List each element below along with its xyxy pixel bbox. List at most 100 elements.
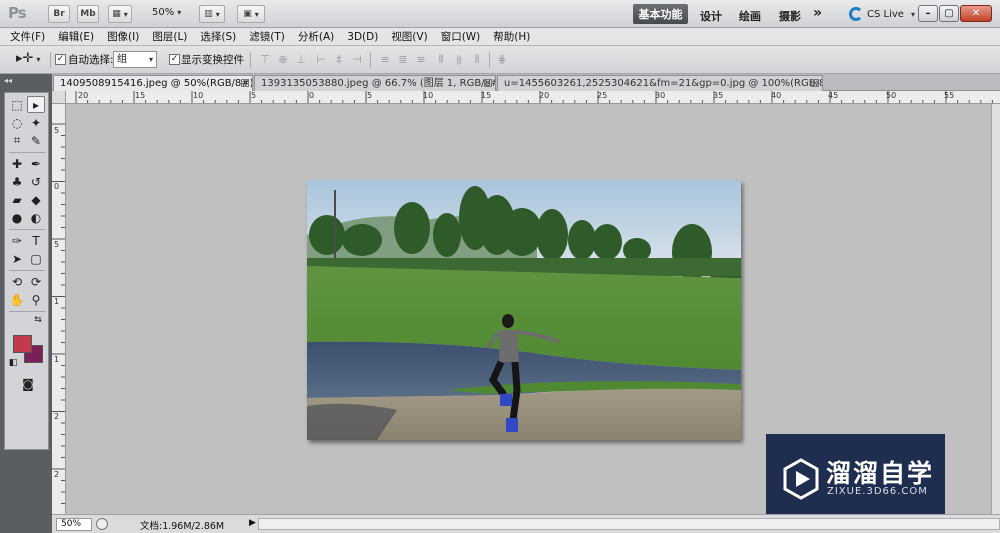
more-workspaces-button[interactable]: » <box>813 5 822 21</box>
watermark-subtitle: ZIXUE.3D66.COM <box>827 486 928 497</box>
status-info-icon[interactable] <box>96 518 108 530</box>
document-tab-3[interactable]: u=1455603261,2525304621&fm=21&gp=0.jpg @… <box>497 75 823 91</box>
3d-rotate-tool-icon[interactable]: ⟲ <box>8 273 26 290</box>
foreground-color-swatch[interactable] <box>13 335 32 353</box>
move-tool-icon[interactable]: ▸ <box>27 96 45 113</box>
workspace-design[interactable]: 设计 <box>700 8 722 24</box>
brush-tool-icon[interactable]: ✒ <box>27 155 45 172</box>
status-menu-arrow-icon[interactable]: ▶ <box>249 518 256 528</box>
workspace-painting[interactable]: 绘画 <box>739 8 761 24</box>
lasso-tool-icon[interactable]: ◌ <box>8 114 26 131</box>
close-tab-icon[interactable]: × <box>484 79 492 87</box>
auto-select-label: 自动选择: <box>68 54 114 66</box>
document-tab-1[interactable]: 1409508915416.jpeg @ 50%(RGB/8#) * × <box>53 75 253 91</box>
path-selection-tool-icon[interactable]: ➤ <box>8 250 26 267</box>
auto-select-dropdown[interactable]: 组 ▾ <box>113 51 157 68</box>
horizontal-ruler[interactable]: 20 15 10 5 0 5 10 15 20 25 30 35 40 45 5… <box>66 91 1000 104</box>
chevron-down-icon: ▾ <box>123 9 128 19</box>
healing-brush-tool-icon[interactable]: ✚ <box>8 155 26 172</box>
arrange-documents-button[interactable]: ▥ ▾ <box>199 5 225 23</box>
divider <box>250 52 251 68</box>
quick-mask-icon[interactable]: ◙ <box>18 375 38 392</box>
pen-tool-icon[interactable]: ✑ <box>8 232 26 249</box>
menu-analysis[interactable]: 分析(A) <box>298 29 334 44</box>
zoom-level-dropdown[interactable]: 50% ▾ <box>152 7 181 18</box>
zoom-tool-icon[interactable]: ⚲ <box>27 291 45 308</box>
marquee-tool-icon[interactable]: ⬚ <box>8 96 26 113</box>
align-bottom-icon[interactable]: ⊥ <box>293 53 309 67</box>
menu-file[interactable]: 文件(F) <box>10 29 45 44</box>
collapse-panel-icon[interactable]: ◂◂ <box>4 76 12 85</box>
workspace-essentials[interactable]: 基本功能 <box>633 4 688 24</box>
close-tab-icon[interactable]: × <box>241 79 249 87</box>
bridge-button[interactable]: Br <box>48 5 70 23</box>
distribute-horizontal-center-icon[interactable]: ⫵ <box>451 53 467 67</box>
document-tab-2[interactable]: 1393135053880.jpeg @ 66.7% (图层 1, RGB/8#… <box>254 75 496 91</box>
divider <box>50 52 51 68</box>
application-bar: Ps Br Mb ▦ ▾ 50% ▾ ▥ ▾ ▣ ▾ 基本功能 设计 绘画 摄影 » C… <box>0 0 1000 28</box>
swap-colors-icon[interactable]: ⇆ <box>32 314 44 326</box>
menu-select[interactable]: 选择(S) <box>200 29 236 44</box>
align-top-icon[interactable]: ⊤ <box>257 53 273 67</box>
vertical-scrollbar[interactable] <box>991 104 1000 514</box>
close-window-button[interactable]: ✕ <box>960 5 992 22</box>
screen-mode-button[interactable]: ▣ ▾ <box>237 5 265 23</box>
ruler-label: 1 <box>54 355 60 364</box>
eraser-tool-icon[interactable]: ▰ <box>8 191 26 208</box>
menu-window[interactable]: 窗口(W) <box>441 29 481 44</box>
hand-tool-icon[interactable]: ✋ <box>8 291 26 308</box>
photoshop-logo: Ps <box>8 4 27 22</box>
document-image[interactable] <box>307 180 741 440</box>
auto-align-layers-icon[interactable]: ⋕ <box>494 53 510 67</box>
maximize-button[interactable]: ▢ <box>939 5 959 22</box>
align-horizontal-center-icon[interactable]: ‡ <box>331 53 347 67</box>
eyedropper-tool-icon[interactable]: ✎ <box>27 132 45 149</box>
cs-live-menu[interactable]: CS Live ▾ <box>849 7 915 21</box>
auto-select-checkbox[interactable]: ✓ <box>55 54 66 65</box>
paint-bucket-tool-icon[interactable]: ◆ <box>27 191 45 208</box>
align-vertical-center-icon[interactable]: ⊕ <box>275 53 291 67</box>
quick-selection-tool-icon[interactable]: ✦ <box>27 114 45 131</box>
align-left-icon[interactable]: ⊢ <box>313 53 329 67</box>
dodge-tool-icon[interactable]: ◐ <box>27 209 45 226</box>
default-colors-icon[interactable]: ◧ <box>7 357 19 369</box>
type-tool-icon[interactable]: T <box>27 232 45 249</box>
menu-layer[interactable]: 图层(L) <box>152 29 187 44</box>
horizontal-scrollbar[interactable] <box>258 518 1000 530</box>
document-size-info: 文档:1.96M/2.86M <box>140 521 225 532</box>
menu-image[interactable]: 图像(I) <box>107 29 139 44</box>
shape-tool-icon[interactable]: ▢ <box>27 250 45 267</box>
zoom-field[interactable]: 50% <box>56 518 92 531</box>
close-icon: ✕ <box>971 8 981 19</box>
workspace-photography[interactable]: 摄影 <box>779 8 801 24</box>
ruler-origin[interactable] <box>52 91 66 104</box>
menu-edit[interactable]: 编辑(E) <box>58 29 94 44</box>
distribute-top-icon[interactable]: ≡ <box>377 53 393 67</box>
clone-stamp-tool-icon[interactable]: ♣ <box>8 173 26 190</box>
mini-bridge-button[interactable]: Mb <box>77 5 99 23</box>
crop-tool-icon[interactable]: ⌗ <box>8 132 26 149</box>
ruler-label: 5 <box>367 91 373 100</box>
menu-view[interactable]: 视图(V) <box>391 29 427 44</box>
3d-orbit-tool-icon[interactable]: ⟳ <box>27 273 45 290</box>
ruler-label: 0 <box>54 182 60 191</box>
distribute-right-icon[interactable]: ⫴ <box>469 53 485 67</box>
minimize-button[interactable]: – <box>918 5 938 22</box>
menu-3d[interactable]: 3D(D) <box>347 31 378 43</box>
menu-help[interactable]: 帮助(H) <box>493 29 530 44</box>
menu-filter[interactable]: 滤镜(T) <box>249 29 285 44</box>
distribute-bottom-icon[interactable]: ≡ <box>413 53 429 67</box>
tool-preset-picker[interactable]: ▸✛ ▾ <box>16 51 40 66</box>
ruler-label: 10 <box>193 91 204 100</box>
distribute-left-icon[interactable]: ⫴ <box>433 53 449 67</box>
show-transform-checkbox[interactable]: ✓ <box>169 54 180 65</box>
chevron-down-icon: ▾ <box>148 55 153 64</box>
history-brush-tool-icon[interactable]: ↺ <box>27 173 45 190</box>
align-right-icon[interactable]: ⊣ <box>349 53 365 67</box>
view-extras-button[interactable]: ▦ ▾ <box>108 5 132 23</box>
close-tab-icon[interactable]: × <box>811 79 819 87</box>
vertical-ruler[interactable]: 5 0 5 1 1 2 2 <box>52 104 66 514</box>
tools-panel: ◂◂ ⬚ ▸ ◌ ✦ ⌗ ✎ ✚ ✒ ♣ ↺ ▰ ◆ ● ◐ ✑ T ➤ ▢ ⟲… <box>0 74 52 533</box>
blur-tool-icon[interactable]: ● <box>8 209 26 226</box>
distribute-vertical-center-icon[interactable]: ≣ <box>395 53 411 67</box>
